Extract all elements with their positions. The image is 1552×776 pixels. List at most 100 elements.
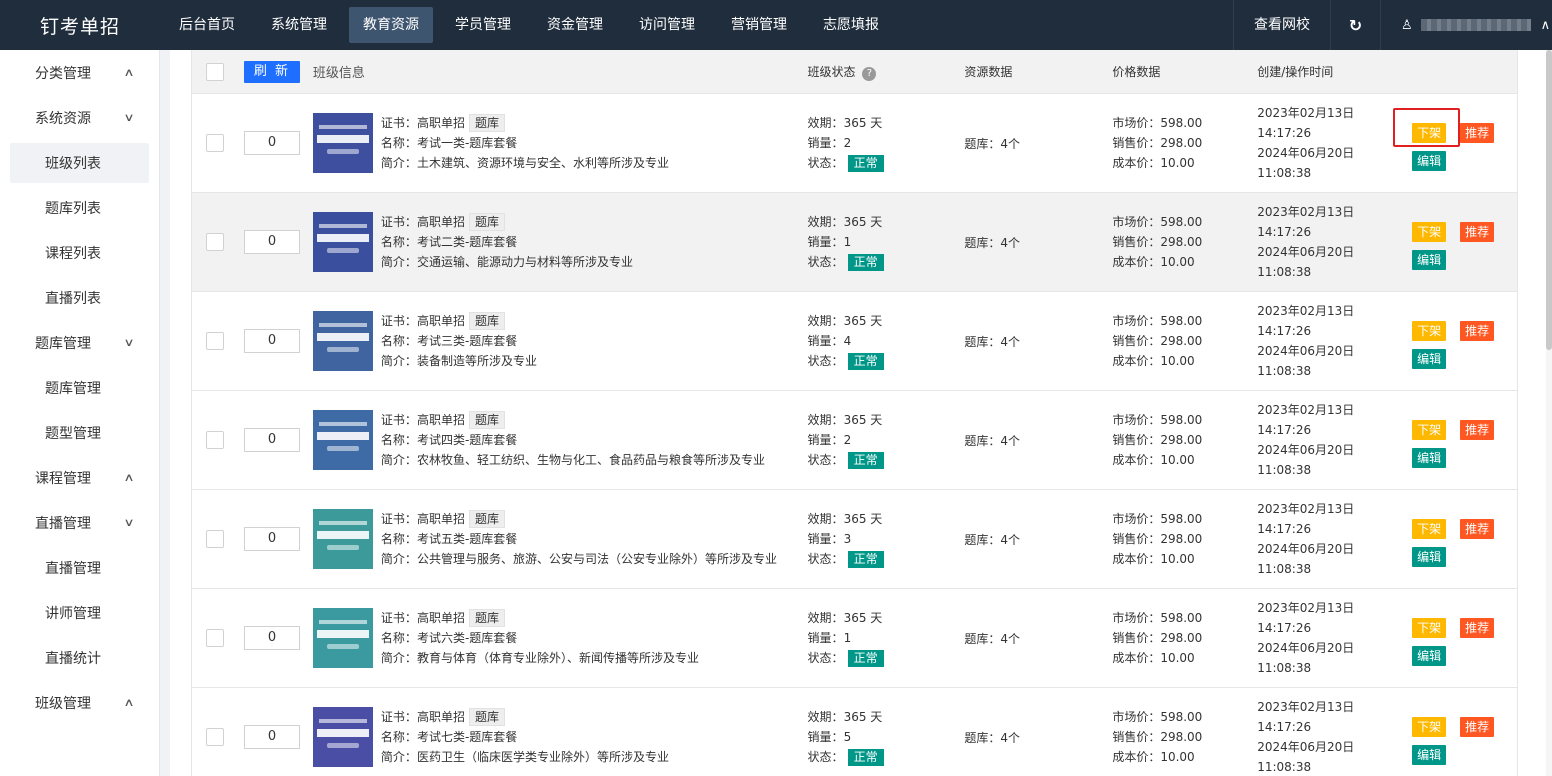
- sidebar-item-2[interactable]: 班级列表: [10, 143, 149, 183]
- sidebar-group-0[interactable]: 分类管理 ∧: [0, 50, 159, 95]
- sort-order-input[interactable]: 0: [243, 626, 300, 650]
- brand-logo[interactable]: 钉考单招: [0, 12, 160, 39]
- sidebar-group-10[interactable]: 直播管理 ∨: [0, 500, 159, 545]
- page-scroll-thumb[interactable]: [1546, 50, 1552, 350]
- edit-button[interactable]: 编辑: [1412, 250, 1447, 270]
- sale-price-label: 销售价：: [1112, 433, 1161, 447]
- sidebar-group-14[interactable]: 班级管理 ∧: [0, 680, 159, 725]
- sidebar-group-9[interactable]: 课程管理 ∧: [0, 455, 159, 500]
- cert-label: 证书：: [380, 413, 417, 427]
- refresh-button[interactable]: 刷 新: [243, 60, 300, 83]
- nav-item-7[interactable]: 志愿填报: [809, 7, 893, 43]
- market-price-label: 市场价：: [1112, 512, 1161, 526]
- sort-order-input[interactable]: 0: [243, 329, 300, 353]
- nav-item-3[interactable]: 学员管理: [441, 7, 525, 43]
- sidebar-group-label: 分类管理: [35, 65, 91, 82]
- nav-item-1[interactable]: 系统管理: [257, 7, 341, 43]
- view-school-link[interactable]: 查看网校: [1233, 0, 1330, 50]
- edit-button[interactable]: 编辑: [1412, 547, 1447, 567]
- nav-item-4[interactable]: 资金管理: [533, 7, 617, 43]
- sort-order-input[interactable]: 0: [243, 527, 300, 551]
- row-checkbox[interactable]: [205, 629, 224, 647]
- recommend-button[interactable]: 推荐: [1460, 222, 1495, 242]
- sort-order-input[interactable]: 0: [243, 230, 300, 254]
- sort-order-input[interactable]: 0: [243, 131, 300, 155]
- recommend-button[interactable]: 推荐: [1460, 420, 1495, 440]
- edit-button[interactable]: 编辑: [1412, 151, 1447, 171]
- edit-button[interactable]: 编辑: [1412, 646, 1447, 666]
- sidebar-item-13[interactable]: 直播统计: [0, 635, 159, 680]
- row-checkbox[interactable]: [205, 530, 224, 548]
- sales-label: 销量：: [807, 136, 844, 150]
- market-price: 598.00: [1160, 611, 1203, 625]
- sidebar-group-6[interactable]: 题库管理 ∨: [0, 320, 159, 365]
- unlist-button[interactable]: 下架: [1412, 717, 1447, 737]
- class-thumbnail: [312, 608, 373, 668]
- unlist-button[interactable]: 下架: [1412, 519, 1447, 539]
- recommend-button[interactable]: 推荐: [1460, 321, 1495, 341]
- recommend-button[interactable]: 推荐: [1460, 717, 1495, 737]
- nav-item-5[interactable]: 访问管理: [625, 7, 709, 43]
- edit-button[interactable]: 编辑: [1412, 349, 1447, 369]
- validity-value: 365 天: [843, 116, 883, 130]
- header-price: 价格数据: [1112, 64, 1161, 79]
- chevron-up-icon[interactable]: ∧: [1541, 18, 1551, 33]
- sidebar-item-4[interactable]: 课程列表: [0, 230, 159, 275]
- edit-button[interactable]: 编辑: [1412, 448, 1447, 468]
- refresh-icon[interactable]: ↻: [1330, 0, 1380, 50]
- select-all-checkbox[interactable]: [205, 62, 224, 81]
- row-checkbox[interactable]: [205, 332, 224, 350]
- state-label: 状态：: [807, 156, 844, 170]
- resource-data: 题库：4个: [964, 136, 1021, 151]
- market-price-label: 市场价：: [1112, 215, 1161, 229]
- class-status: 效期：365 天 销量：4 状态： 正常: [808, 311, 965, 371]
- nav-item-0[interactable]: 后台首页: [165, 7, 249, 43]
- user-menu[interactable]: ♙ ∧: [1380, 0, 1552, 50]
- class-status: 效期：365 天 销量：1 状态： 正常: [808, 608, 965, 668]
- chevron-up-icon: ∧: [123, 66, 135, 79]
- sort-order-input[interactable]: 0: [243, 725, 300, 749]
- name-label: 名称：: [380, 532, 417, 546]
- sale-price: 298.00: [1160, 730, 1203, 744]
- row-checkbox[interactable]: [205, 134, 224, 152]
- sidebar-item-12[interactable]: 讲师管理: [0, 590, 159, 635]
- created-date: 2023年02月13日: [1257, 403, 1355, 417]
- intro-label: 简介：: [380, 453, 417, 467]
- sale-price-label: 销售价：: [1112, 532, 1161, 546]
- unlist-button[interactable]: 下架: [1412, 618, 1447, 638]
- row-checkbox[interactable]: [205, 728, 224, 746]
- sales-label: 销量：: [807, 532, 844, 546]
- table-row: 0 证书：高职单招 题库 名称：考试二类-题库套餐 简介：交通运输、能源动力与材料…: [191, 193, 1518, 292]
- cost-price: 10.00: [1160, 255, 1195, 269]
- sales-value: 4: [843, 334, 852, 348]
- class-thumbnail: [312, 113, 373, 173]
- updated-date: 2024年06月20日: [1257, 542, 1355, 556]
- help-icon[interactable]: ?: [862, 66, 877, 81]
- sidebar-group-1[interactable]: 系统资源 ∨: [0, 95, 159, 140]
- sidebar-item-5[interactable]: 直播列表: [0, 275, 159, 320]
- unlist-button[interactable]: 下架: [1412, 420, 1447, 440]
- nav-item-2[interactable]: 教育资源: [349, 7, 433, 43]
- sidebar-item-3[interactable]: 题库列表: [0, 185, 159, 230]
- recommend-button[interactable]: 推荐: [1460, 618, 1495, 638]
- validity-label: 效期：: [807, 314, 844, 328]
- intro-label: 简介：: [380, 552, 417, 566]
- row-checkbox[interactable]: [205, 431, 224, 449]
- recommend-button[interactable]: 推荐: [1460, 519, 1495, 539]
- sidebar-item-8[interactable]: 题型管理: [0, 410, 159, 455]
- sort-order-input[interactable]: 0: [243, 428, 300, 452]
- nav-item-6[interactable]: 营销管理: [717, 7, 801, 43]
- validity-label: 效期：: [807, 611, 844, 625]
- recommend-button[interactable]: 推荐: [1460, 123, 1495, 143]
- sidebar-item-7[interactable]: 题库管理: [0, 365, 159, 410]
- sidebar-item-11[interactable]: 直播管理: [0, 545, 159, 590]
- resource-data: 题库：4个: [964, 235, 1021, 250]
- unlist-button[interactable]: 下架: [1412, 321, 1447, 341]
- cert-value: 高职单招: [416, 413, 465, 427]
- unlist-button[interactable]: 下架: [1412, 222, 1447, 242]
- sales-value: 2: [843, 136, 852, 150]
- validity-value: 365 天: [843, 611, 883, 625]
- intro-label: 简介：: [380, 156, 417, 170]
- edit-button[interactable]: 编辑: [1412, 745, 1447, 765]
- row-checkbox[interactable]: [205, 233, 224, 251]
